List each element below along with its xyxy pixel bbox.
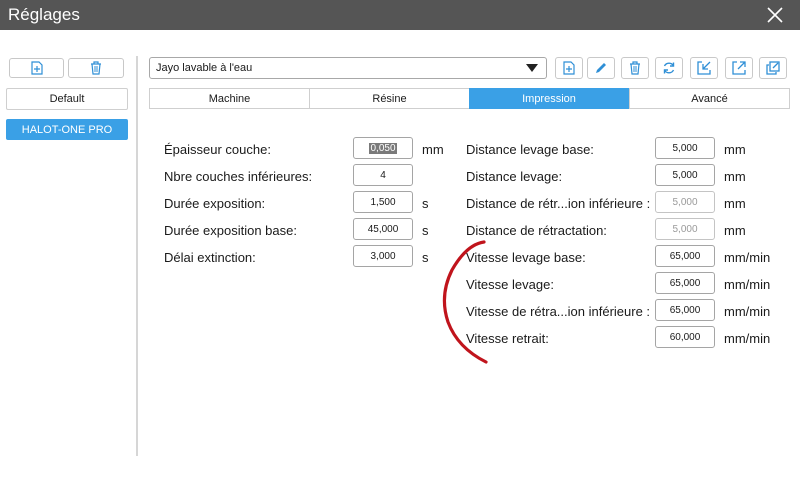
share-icon	[766, 61, 780, 75]
base-lift-speed-unit: mm/min	[724, 250, 771, 265]
exposure-time-input[interactable]: 1,500	[353, 191, 413, 213]
lift-speed-input[interactable]: 65,000	[655, 272, 715, 294]
add-profile-button[interactable]	[9, 58, 64, 78]
delete-profile-button[interactable]	[68, 58, 124, 78]
edit-profile-button[interactable]	[587, 57, 615, 79]
exposure-time-unit: s	[422, 196, 429, 211]
file-plus-icon	[30, 61, 43, 75]
bottom-exposure-unit: s	[422, 223, 429, 238]
base-lift-speed-input[interactable]: 65,000	[655, 245, 715, 267]
delete-button[interactable]	[621, 57, 649, 79]
lift-distance-input[interactable]: 5,000	[655, 164, 715, 186]
title-bar: Réglages	[0, 0, 800, 30]
sidebar-item-default[interactable]: Default	[6, 88, 128, 110]
new-profile-button[interactable]	[555, 57, 583, 79]
retract-speed-input[interactable]: 60,000	[655, 326, 715, 348]
export-button[interactable]	[725, 57, 753, 79]
bottom-layers-input[interactable]: 4	[353, 164, 413, 186]
light-off-delay-input[interactable]: 3,000	[353, 245, 413, 267]
bottom-exposure-input[interactable]: 45,000	[353, 218, 413, 240]
light-off-delay-label: Délai extinction:	[164, 250, 256, 265]
profile-select[interactable]: Jayo lavable à l'eau	[149, 57, 547, 79]
import-icon	[697, 61, 711, 75]
trash-icon	[630, 61, 640, 75]
exposure-time-label: Durée exposition:	[164, 196, 266, 211]
trash-icon	[91, 61, 101, 75]
retract-distance-input[interactable]: 5,000	[655, 218, 715, 240]
close-icon[interactable]	[766, 6, 784, 24]
base-lift-distance-label: Distance levage base:	[466, 142, 594, 157]
layer-thickness-value: 0,050	[369, 142, 397, 154]
bottom-retract-speed-input[interactable]: 65,000	[655, 299, 715, 321]
chevron-down-icon	[526, 64, 538, 72]
bottom-layers-label: Nbre couches inférieures:	[164, 169, 313, 184]
layer-thickness-label: Épaisseur couche:	[164, 142, 271, 157]
base-lift-distance-input[interactable]: 5,000	[655, 137, 715, 159]
light-off-delay-unit: s	[422, 250, 429, 265]
tab-resine[interactable]: Résine	[309, 88, 470, 109]
bottom-retract-distance-label: Distance de rétr...ion inférieure :	[466, 196, 651, 211]
retract-speed-unit: mm/min	[724, 331, 771, 346]
sidebar-divider	[136, 56, 138, 456]
tab-impression[interactable]: Impression	[469, 88, 629, 109]
import-button[interactable]	[690, 57, 718, 79]
red-annotation-curve	[442, 240, 488, 364]
lift-distance-unit: mm	[724, 169, 746, 184]
profile-select-value: Jayo lavable à l'eau	[156, 62, 253, 74]
file-plus-icon	[563, 61, 575, 75]
export-icon	[732, 61, 746, 75]
bottom-retract-distance-input[interactable]: 5,000	[655, 191, 715, 213]
share-button[interactable]	[759, 57, 787, 79]
refresh-button[interactable]	[655, 57, 683, 79]
lift-distance-label: Distance levage:	[466, 169, 563, 184]
window-title: Réglages	[8, 5, 80, 24]
refresh-icon	[663, 62, 675, 74]
layer-thickness-input[interactable]: 0,050	[353, 137, 413, 159]
bottom-exposure-label: Durée exposition base:	[164, 223, 297, 238]
sidebar-item-printer[interactable]: HALOT-ONE PRO	[6, 119, 128, 140]
layer-thickness-unit: mm	[422, 142, 444, 157]
lift-speed-unit: mm/min	[724, 277, 771, 292]
tab-avance[interactable]: Avancé	[629, 88, 790, 109]
base-lift-distance-unit: mm	[724, 142, 746, 157]
bottom-retract-distance-unit: mm	[724, 196, 746, 211]
retract-distance-unit: mm	[724, 223, 746, 238]
pencil-icon	[596, 63, 606, 73]
bottom-retract-speed-unit: mm/min	[724, 304, 771, 319]
tab-machine[interactable]: Machine	[149, 88, 310, 109]
